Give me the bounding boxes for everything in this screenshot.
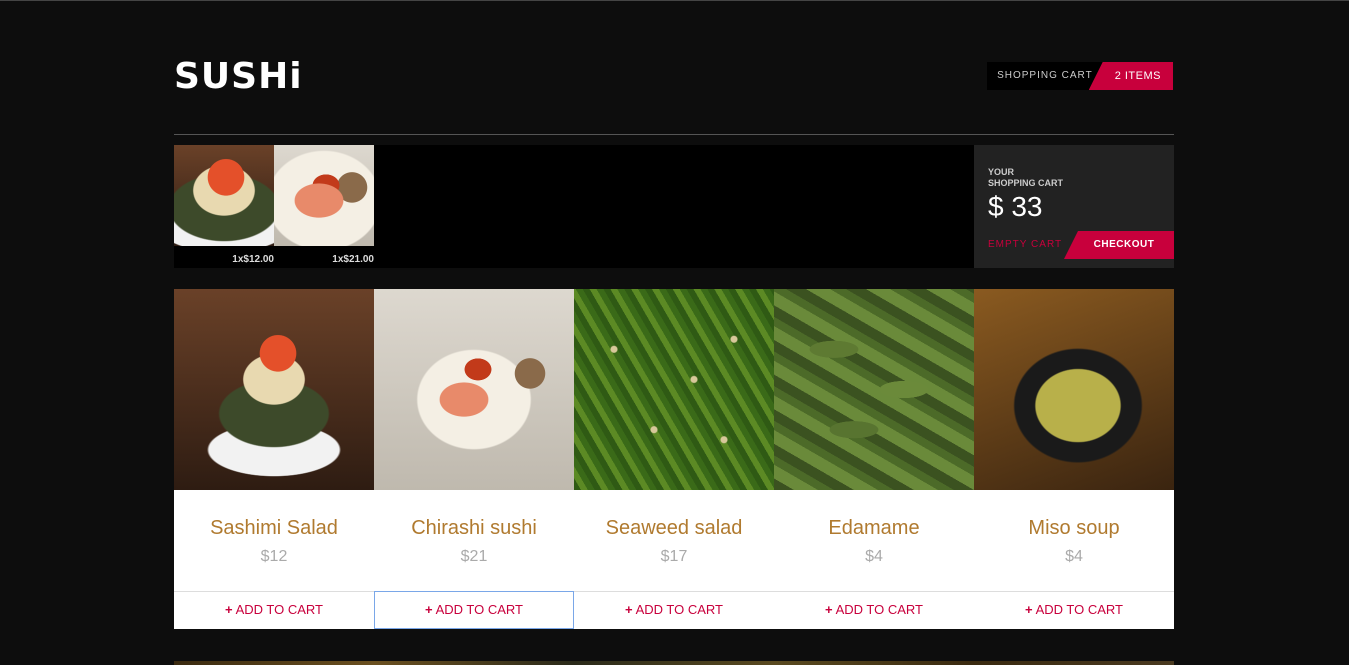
logo-text: SUSHi xyxy=(174,56,303,97)
product-card: Sashimi Salad $12 + ADD TO CART xyxy=(174,289,374,629)
product-card: Edamame $4 + ADD TO CART xyxy=(774,289,974,629)
add-to-cart-button[interactable]: + ADD TO CART xyxy=(374,591,574,629)
empty-cart-link[interactable]: EMPTY CART xyxy=(988,239,1062,250)
add-to-cart-label: ADD TO CART xyxy=(435,602,523,617)
mini-cart-item-price: 1x$21.00 xyxy=(332,254,374,265)
header-cart-button[interactable]: SHOPPING CART 2 ITEMS xyxy=(987,62,1173,90)
product-card: Seaweed salad $17 + ADD TO CART xyxy=(574,289,774,629)
product-image[interactable] xyxy=(974,289,1174,490)
product-card: Chirashi sushi $21 + ADD TO CART xyxy=(374,289,574,629)
plus-icon: + xyxy=(824,602,833,617)
product-price: $21 xyxy=(460,548,488,565)
add-to-cart-button[interactable]: + ADD TO CART xyxy=(974,591,1174,629)
cart-total: $ 33 xyxy=(988,191,1043,222)
add-to-cart-button[interactable]: + ADD TO CART xyxy=(774,591,974,629)
add-to-cart-label: ADD TO CART xyxy=(835,602,923,617)
cart-summary: YOUR SHOPPING CART $ 33 EMPTY CART CHECK… xyxy=(974,145,1174,268)
logo[interactable]: SUSHi xyxy=(174,58,303,96)
next-row-images-peek xyxy=(174,661,1174,665)
plus-icon: + xyxy=(1024,602,1033,617)
add-to-cart-label: ADD TO CART xyxy=(1035,602,1123,617)
add-to-cart-button[interactable]: + ADD TO CART xyxy=(174,591,374,629)
product-image[interactable] xyxy=(174,289,374,490)
plus-icon: + xyxy=(224,602,233,617)
header-cart-count: 2 ITEMS xyxy=(1088,62,1173,90)
product-name: Sashimi Salad xyxy=(210,517,338,539)
product-price: $12 xyxy=(260,548,288,565)
product-price: $4 xyxy=(865,548,883,565)
add-to-cart-button[interactable]: + ADD TO CART xyxy=(574,591,774,629)
product-price: $17 xyxy=(660,548,688,565)
plus-icon: + xyxy=(624,602,633,617)
cart-summary-title-line2: SHOPPING CART xyxy=(988,178,1064,188)
mini-cart-item-price: 1x$12.00 xyxy=(232,254,274,265)
product-name: Chirashi sushi xyxy=(411,517,537,539)
plus-icon: + xyxy=(424,602,433,617)
product-image[interactable] xyxy=(574,289,774,490)
product-name: Seaweed salad xyxy=(605,517,743,539)
cart-summary-title-line1: YOUR xyxy=(988,167,1015,177)
mini-cart-item-image xyxy=(274,145,374,246)
product-grid: Sashimi Salad $12 + ADD TO CART Chirashi … xyxy=(174,289,1174,629)
product-name: Miso soup xyxy=(1028,517,1120,539)
mini-cart-item[interactable]: 1x$21.00 xyxy=(274,145,374,268)
checkout-button[interactable]: CHECKOUT xyxy=(1064,231,1174,259)
mini-cart-item-image xyxy=(174,145,274,246)
mini-cart-strip: 1x$12.00 1x$21.00 YOUR SHOPPING CART $ 3… xyxy=(174,145,1174,268)
mini-cart-item[interactable]: 1x$12.00 xyxy=(174,145,274,268)
add-to-cart-label: ADD TO CART xyxy=(235,602,323,617)
cart-summary-title: YOUR SHOPPING CART xyxy=(988,167,1063,189)
product-card: Miso soup $4 + ADD TO CART xyxy=(974,289,1174,629)
product-image[interactable] xyxy=(774,289,974,490)
product-name: Edamame xyxy=(828,517,920,539)
header-cart-label: SHOPPING CART xyxy=(987,62,1103,90)
top-border xyxy=(0,0,1349,1)
add-to-cart-label: ADD TO CART xyxy=(635,602,723,617)
divider xyxy=(174,134,1174,135)
product-image[interactable] xyxy=(374,289,574,490)
product-price: $4 xyxy=(1065,548,1083,565)
